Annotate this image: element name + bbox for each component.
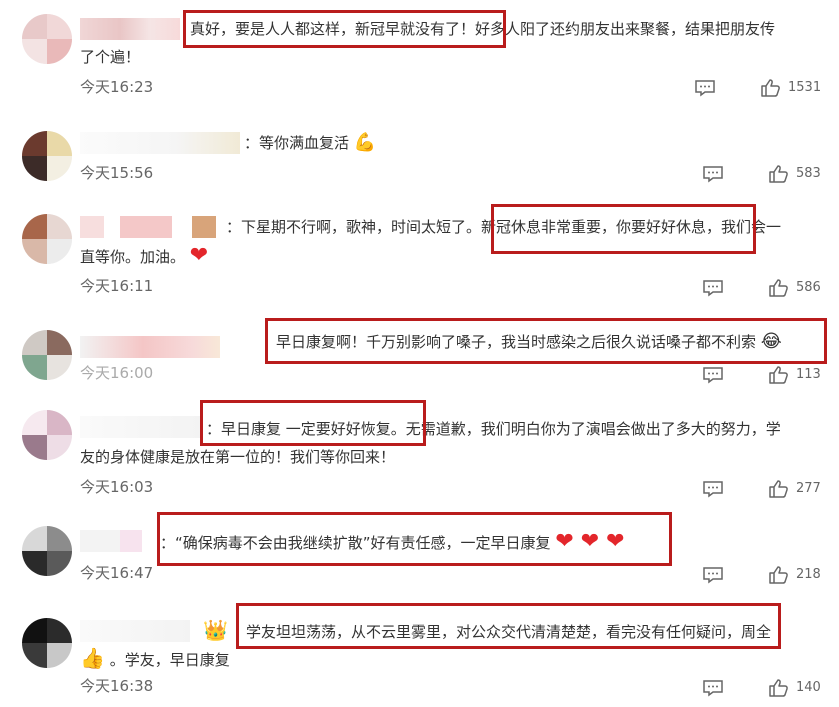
crown-badge-icon: 👑 bbox=[203, 618, 228, 642]
username[interactable] bbox=[80, 132, 240, 154]
comment-text-cont: 👍 。学友，早日康复 bbox=[80, 646, 230, 670]
reply-icon[interactable] bbox=[702, 366, 724, 384]
avatar[interactable] bbox=[22, 14, 72, 64]
flexed-biceps-icon: 💪 bbox=[353, 132, 377, 153]
timestamp: 今天16:03 bbox=[80, 478, 154, 496]
thumbs-up-icon bbox=[769, 480, 788, 498]
reply-icon[interactable] bbox=[702, 165, 724, 183]
highlight-box bbox=[491, 204, 756, 254]
like-count: 583 bbox=[796, 166, 821, 181]
like-button[interactable]: 277 bbox=[768, 479, 828, 501]
like-button[interactable]: 586 bbox=[768, 278, 828, 300]
timestamp: 今天15:56 bbox=[80, 164, 154, 182]
like-button[interactable]: 218 bbox=[768, 565, 828, 587]
highlight-box bbox=[265, 318, 827, 364]
like-count: 218 bbox=[796, 567, 821, 582]
timestamp: 今天16:47 bbox=[80, 564, 154, 582]
highlight-box bbox=[236, 603, 781, 649]
reply-icon[interactable] bbox=[702, 480, 724, 498]
username[interactable] bbox=[80, 18, 180, 40]
thumbs-up-icon bbox=[769, 679, 788, 697]
avatar[interactable] bbox=[22, 330, 72, 380]
username-part bbox=[192, 216, 216, 238]
like-button[interactable]: 140 bbox=[768, 678, 828, 700]
username[interactable] bbox=[80, 530, 120, 552]
like-count: 140 bbox=[796, 680, 821, 695]
avatar[interactable] bbox=[22, 618, 72, 668]
timestamp: 今天16:00 bbox=[80, 364, 154, 382]
like-count: 113 bbox=[796, 367, 821, 382]
avatar[interactable] bbox=[22, 214, 72, 264]
avatar[interactable] bbox=[22, 131, 72, 181]
thumbs-up-icon bbox=[769, 566, 788, 584]
like-button[interactable]: 113 bbox=[768, 365, 828, 387]
comment-text-cont: 友的身体健康是放在第一位的！我们等你回来！ bbox=[80, 448, 396, 466]
red-heart-icon: ❤ bbox=[189, 243, 209, 268]
like-count: 1531 bbox=[788, 80, 822, 95]
like-count: 277 bbox=[796, 481, 821, 496]
avatar[interactable] bbox=[22, 526, 72, 576]
thumbs-up-icon bbox=[769, 279, 788, 297]
reply-icon[interactable] bbox=[702, 679, 724, 697]
comment-text: ：等你满血复活 💪 bbox=[244, 132, 377, 153]
avatar[interactable] bbox=[22, 410, 72, 460]
username[interactable] bbox=[80, 216, 104, 238]
reply-icon[interactable] bbox=[702, 279, 724, 297]
highlight-box bbox=[157, 512, 672, 566]
username[interactable] bbox=[80, 620, 190, 642]
timestamp: 今天16:23 bbox=[80, 78, 154, 96]
thumbs-up-emoji-icon: 👍 bbox=[80, 646, 105, 670]
like-button[interactable]: 583 bbox=[768, 164, 828, 186]
username[interactable] bbox=[80, 416, 200, 438]
username[interactable] bbox=[80, 336, 220, 358]
thumbs-up-icon bbox=[769, 366, 788, 384]
thumbs-up-icon bbox=[761, 79, 780, 97]
username-part bbox=[120, 530, 142, 552]
like-button[interactable]: 1531 bbox=[760, 78, 830, 100]
like-count: 586 bbox=[796, 280, 821, 295]
highlight-box bbox=[183, 10, 506, 48]
timestamp: 今天16:38 bbox=[80, 677, 154, 695]
reply-icon[interactable] bbox=[694, 79, 716, 97]
thumbs-up-icon bbox=[769, 165, 788, 183]
reply-icon[interactable] bbox=[702, 566, 724, 584]
username-part bbox=[120, 216, 172, 238]
timestamp: 今天16:11 bbox=[80, 277, 154, 295]
highlight-box bbox=[200, 400, 426, 446]
